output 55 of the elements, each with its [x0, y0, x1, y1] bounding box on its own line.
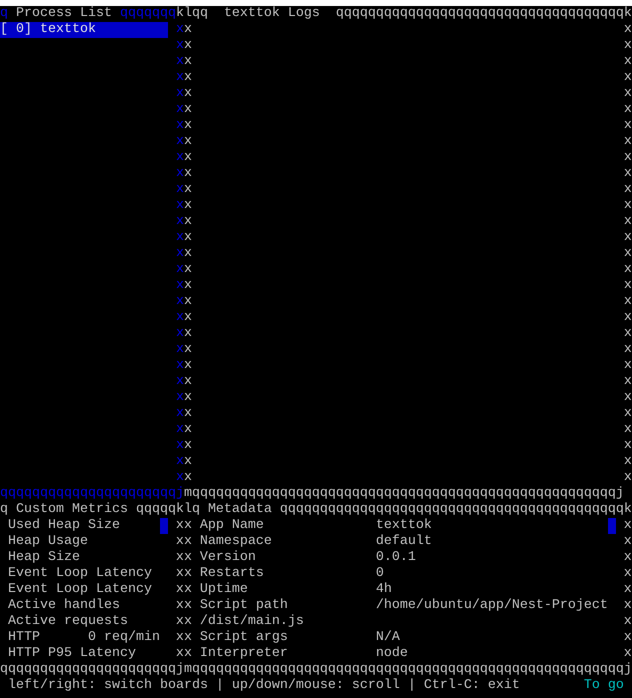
panel-title: Custom Metrics [16, 502, 128, 518]
metadata-value: node [376, 646, 409, 662]
metadata-key: Restarts [200, 566, 376, 582]
scrollbar-thumb[interactable] [160, 518, 168, 534]
metadata-value: texttok [376, 518, 433, 534]
metadata-key: Script path [200, 598, 376, 614]
scrollbar-thumb[interactable] [608, 518, 616, 534]
process-item[interactable]: [ 0] texttok [0, 22, 168, 38]
border-corner: k [624, 502, 632, 518]
panel-title: Process List [16, 6, 112, 22]
border-line: xxxxxxxxxxxxxxxxxxxxxxxxxxxxx [624, 22, 632, 486]
border-corner: k [624, 6, 632, 22]
metadata-key: App Name [200, 518, 376, 534]
help-text: left/right: switch boards | up/down/mouse: scroll | Ctrl-C: exit [8, 678, 520, 694]
metadata-value: /home/ubuntu/app/Nest-Project [376, 598, 608, 614]
metadata-key: /dist/main.js [200, 614, 376, 630]
metric-label: Event Loop Latency [8, 566, 152, 582]
metadata-key: Version [200, 550, 376, 566]
metric-label: Event Loop Latency [8, 582, 152, 598]
border-line: lqq [184, 6, 208, 22]
hint-text: To go [584, 678, 624, 694]
metric-label: Active requests [8, 614, 128, 630]
border-line: lq [184, 502, 200, 518]
panel-title: Metadata [208, 502, 272, 518]
border-line: xxxxxxxxx [624, 518, 632, 662]
metadata-value: 4h [376, 582, 393, 598]
metric-label: HTTP P95 Latency [8, 646, 136, 662]
metric-label: Heap Usage [8, 534, 88, 550]
border-line: xxxxxxxxxxxxxxxxxxxxxxxxxxxxx [176, 22, 184, 486]
metadata-value: 0.0.1 [376, 550, 417, 566]
border-line: qqqqq [136, 502, 176, 518]
border-line: qqqqqqqqqqqqqqqqqqqqqqqqqqqqqqqqqqqq [336, 6, 624, 22]
border-line: qqqqqqq [120, 6, 176, 22]
border-line: mqqqqqqqqqqqqqqqqqqqqqqqqqqqqqqqqqqqqqqqqqqqqqqqqqqqqqj [184, 486, 625, 502]
metadata-key: Script args [200, 630, 376, 646]
border-line: q [0, 6, 8, 22]
metadata-value: default [376, 534, 433, 550]
panel-title: texttok Logs [224, 6, 320, 22]
border-line: mqqqqqqqqqqqqqqqqqqqqqqqqqqqqqqqqqqqqqqqqqqqqqqqqqqqqqqj [184, 662, 632, 678]
metric-label: Used Heap Size [8, 518, 120, 534]
metric-label: Heap Size [8, 550, 80, 566]
metadata-key: Interpreter [200, 646, 376, 662]
border-corner: k [176, 6, 184, 22]
metadata-value: N/A [376, 630, 401, 646]
metadata-value: 0 [376, 566, 385, 582]
border-corner: k [176, 502, 184, 518]
border-line: q [0, 502, 8, 518]
metric-label: Active handles [8, 598, 120, 614]
metric-value: 0 req/min [88, 630, 160, 646]
metric-label: HTTP [8, 630, 40, 646]
metadata-key: Namespace [200, 534, 376, 550]
border-line: qqqqqqqqqqqqqqqqqqqqqqqqqqqqqqqqqqqqqqqqqqq [280, 502, 624, 518]
border-line: qqqqqqqqqqqqqqqqqqqqqqj [0, 662, 184, 678]
border-line: qqqqqqqqqqqqqqqqqqqqqqj [0, 486, 184, 502]
metadata-key: Uptime [200, 582, 376, 598]
